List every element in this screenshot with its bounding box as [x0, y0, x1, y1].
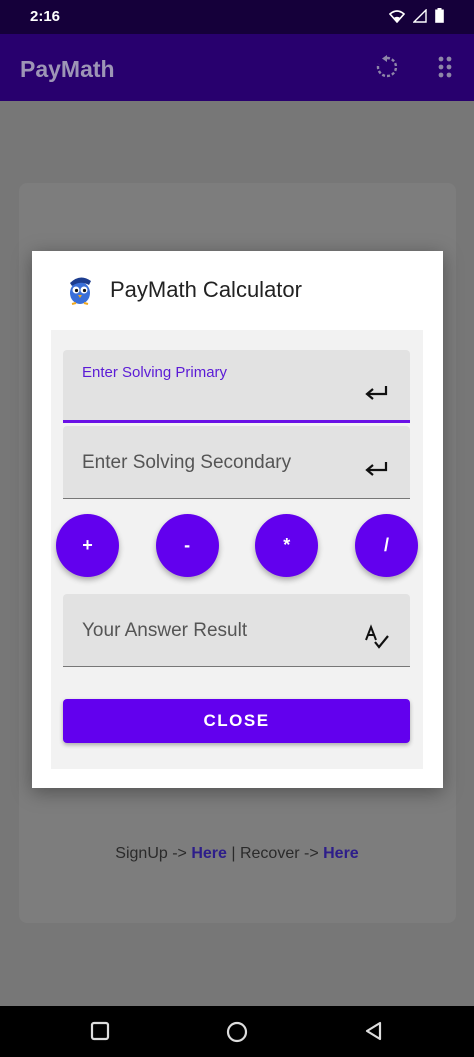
secondary-input-field[interactable]: Enter Solving Secondary	[63, 426, 410, 499]
bird-logo-icon	[70, 277, 91, 305]
home-icon[interactable]	[226, 1021, 248, 1043]
refresh-icon[interactable]	[374, 54, 400, 80]
result-field[interactable]: Your Answer Result	[63, 594, 410, 667]
more-grid-icon[interactable]	[436, 54, 454, 80]
recover-link[interactable]: Here	[323, 845, 359, 862]
add-button[interactable]: +	[56, 514, 119, 577]
enter-icon	[365, 462, 388, 476]
multiply-button[interactable]: *	[255, 514, 319, 577]
primary-input-label: Enter Solving Primary	[82, 364, 228, 381]
app-title: PayMath	[20, 56, 115, 82]
secondary-input-placeholder: Enter Solving Secondary	[82, 452, 292, 473]
spellcheck-icon	[365, 624, 389, 649]
background-footer: SignUp -> Here | Recover -> Here	[0, 845, 474, 863]
navigation-bar	[0, 1006, 474, 1057]
recover-text: | Recover ->	[226, 845, 324, 862]
primary-input-field[interactable]: Enter Solving Primary	[63, 350, 410, 423]
status-time: 2:16	[30, 8, 61, 25]
divide-button[interactable]: /	[354, 514, 418, 577]
subtract-button[interactable]: -	[155, 514, 219, 577]
signup-text: SignUp ->	[115, 845, 192, 862]
operator-buttons: + - * /	[56, 514, 418, 577]
dialog-body: Enter Solving Primary Enter Solving Seco…	[51, 330, 423, 769]
recents-icon[interactable]	[90, 1021, 110, 1041]
wifi-icon	[389, 9, 405, 23]
calculator-dialog: PayMath Calculator Enter Solving Primary…	[32, 251, 443, 788]
dialog-header: PayMath Calculator	[64, 273, 302, 307]
status-bar: 2:16	[0, 0, 474, 34]
app-bar: PayMath	[0, 34, 474, 101]
close-button[interactable]: CLOSE	[63, 699, 410, 743]
dialog-title: PayMath Calculator	[110, 277, 302, 302]
battery-icon	[435, 8, 444, 23]
result-placeholder: Your Answer Result	[82, 620, 248, 641]
enter-icon	[365, 386, 388, 400]
signal-icon	[413, 8, 427, 23]
signup-link[interactable]: Here	[191, 845, 227, 862]
status-icons	[389, 8, 444, 23]
back-icon[interactable]	[364, 1021, 384, 1041]
